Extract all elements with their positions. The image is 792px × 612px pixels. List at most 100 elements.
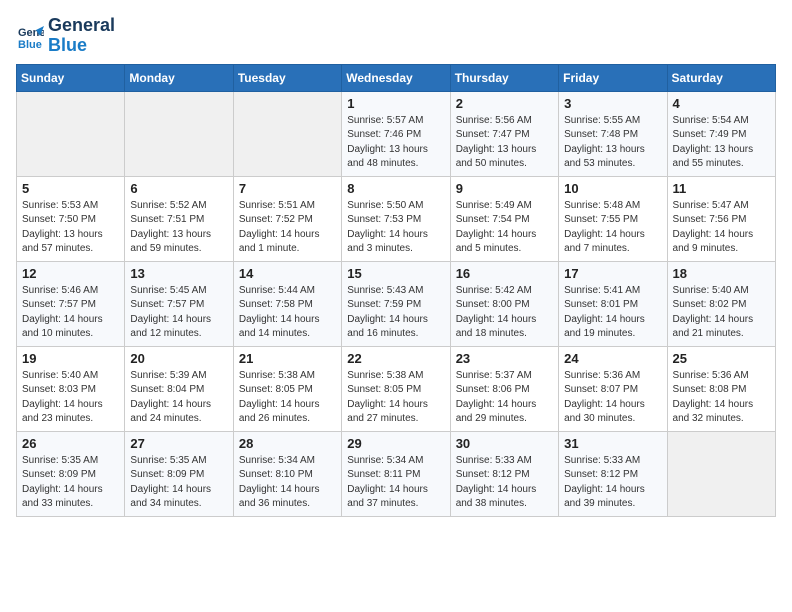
day-info: Sunrise: 5:42 AMSunset: 8:00 PMDaylight:… <box>456 284 553 342</box>
weekday-header: Saturday <box>667 64 775 91</box>
calendar-cell: 7Sunrise: 5:51 AMSunset: 7:52 PMDaylight… <box>233 176 341 261</box>
calendar-cell: 10Sunrise: 5:48 AMSunset: 7:55 PMDayligh… <box>559 176 667 261</box>
day-info: Sunrise: 5:33 AMSunset: 8:12 PMDaylight:… <box>456 454 553 512</box>
calendar-cell: 6 Sunrise: 5:52 AMSunset: 7:51 PMDaylight… <box>125 176 233 261</box>
day-info: Sunrise: 5:56 AMSunset: 7:47 PMDaylight:… <box>456 114 553 172</box>
day-info: Sunrise: 5:45 AMSunset: 7:57 PMDaylight:… <box>130 284 227 342</box>
day-info: Sunrise: 5:39 AMSunset: 8:04 PMDaylight:… <box>130 369 227 427</box>
day-info: Sunrise: 5:50 AMSunset: 7:53 PMDaylight:… <box>347 199 444 257</box>
calendar-cell: 13Sunrise: 5:45 AMSunset: 7:57 PMDayligh… <box>125 261 233 346</box>
day-number: 30 <box>456 436 553 451</box>
calendar-table: SundayMondayTuesdayWednesdayThursdayFrid… <box>16 64 776 517</box>
day-number: 2 <box>456 96 553 111</box>
day-number: 31 <box>564 436 661 451</box>
day-info: Sunrise: 5:40 AMSunset: 8:03 PMDaylight:… <box>22 369 119 427</box>
calendar-cell <box>233 91 341 176</box>
day-info: Sunrise: 5:57 AMSunset: 7:46 PMDaylight:… <box>347 114 444 172</box>
day-info: Sunrise: 5:43 AMSunset: 7:59 PMDaylight:… <box>347 284 444 342</box>
day-number: 18 <box>673 266 770 281</box>
day-number: 10 <box>564 181 661 196</box>
day-number: 20 <box>130 351 227 366</box>
calendar-cell: 29 Sunrise: 5:34 AMSunset: 8:11 PMDayligh… <box>342 431 450 516</box>
calendar-cell: 21 Sunrise: 5:38 AMSunset: 8:05 PMDayligh… <box>233 346 341 431</box>
calendar-cell: 14Sunrise: 5:44 AMSunset: 7:58 PMDayligh… <box>233 261 341 346</box>
calendar-week-row: 12 Sunrise: 5:46 AMSunset: 7:57 PMDayligh… <box>17 261 776 346</box>
day-info: Sunrise: 5:37 AMSunset: 8:06 PMDaylight:… <box>456 369 553 427</box>
day-info: Sunrise: 5:55 AMSunset: 7:48 PMDaylight:… <box>564 114 661 172</box>
logo-icon: General Blue <box>16 22 44 50</box>
day-number: 1 <box>347 96 444 111</box>
svg-text:Blue: Blue <box>18 39 42 50</box>
weekday-header: Wednesday <box>342 64 450 91</box>
day-number: 11 <box>673 181 770 196</box>
logo-text: General Blue <box>48 16 115 56</box>
day-number: 19 <box>22 351 119 366</box>
day-number: 16 <box>456 266 553 281</box>
day-info: Sunrise: 5:34 AMSunset: 8:11 PMDaylight:… <box>347 454 444 512</box>
calendar-cell: 18 Sunrise: 5:40 AMSunset: 8:02 PMDayligh… <box>667 261 775 346</box>
day-info: Sunrise: 5:49 AMSunset: 7:54 PMDaylight:… <box>456 199 553 257</box>
day-number: 22 <box>347 351 444 366</box>
day-info: Sunrise: 5:46 AMSunset: 7:57 PMDaylight:… <box>22 284 119 342</box>
day-info: Sunrise: 5:53 AMSunset: 7:50 PMDaylight:… <box>22 199 119 257</box>
day-number: 17 <box>564 266 661 281</box>
day-number: 21 <box>239 351 336 366</box>
day-number: 23 <box>456 351 553 366</box>
calendar-cell: 30 Sunrise: 5:33 AMSunset: 8:12 PMDayligh… <box>450 431 558 516</box>
calendar-cell: 16 Sunrise: 5:42 AMSunset: 8:00 PMDayligh… <box>450 261 558 346</box>
calendar-cell: 5 Sunrise: 5:53 AMSunset: 7:50 PMDaylight… <box>17 176 125 261</box>
calendar-cell: 2 Sunrise: 5:56 AMSunset: 7:47 PMDaylight… <box>450 91 558 176</box>
day-number: 29 <box>347 436 444 451</box>
day-info: Sunrise: 5:38 AMSunset: 8:05 PMDaylight:… <box>347 369 444 427</box>
day-info: Sunrise: 5:51 AMSunset: 7:52 PMDaylight:… <box>239 199 336 257</box>
calendar-cell: 28 Sunrise: 5:34 AMSunset: 8:10 PMDayligh… <box>233 431 341 516</box>
logo: General Blue General Blue <box>16 16 115 56</box>
weekday-header: Thursday <box>450 64 558 91</box>
day-number: 4 <box>673 96 770 111</box>
calendar-cell: 8 Sunrise: 5:50 AMSunset: 7:53 PMDaylight… <box>342 176 450 261</box>
day-number: 24 <box>564 351 661 366</box>
calendar-cell: 1 Sunrise: 5:57 AMSunset: 7:46 PMDaylight… <box>342 91 450 176</box>
weekday-header: Monday <box>125 64 233 91</box>
day-number: 28 <box>239 436 336 451</box>
day-number: 27 <box>130 436 227 451</box>
day-info: Sunrise: 5:36 AMSunset: 8:08 PMDaylight:… <box>673 369 770 427</box>
calendar-cell: 11Sunrise: 5:47 AMSunset: 7:56 PMDayligh… <box>667 176 775 261</box>
weekday-header-row: SundayMondayTuesdayWednesdayThursdayFrid… <box>17 64 776 91</box>
calendar-week-row: 26 Sunrise: 5:35 AMSunset: 8:09 PMDayligh… <box>17 431 776 516</box>
day-number: 8 <box>347 181 444 196</box>
day-info: Sunrise: 5:40 AMSunset: 8:02 PMDaylight:… <box>673 284 770 342</box>
calendar-week-row: 5 Sunrise: 5:53 AMSunset: 7:50 PMDaylight… <box>17 176 776 261</box>
day-info: Sunrise: 5:54 AMSunset: 7:49 PMDaylight:… <box>673 114 770 172</box>
calendar-cell: 23 Sunrise: 5:37 AMSunset: 8:06 PMDayligh… <box>450 346 558 431</box>
calendar-cell: 25 Sunrise: 5:36 AMSunset: 8:08 PMDayligh… <box>667 346 775 431</box>
calendar-cell: 17 Sunrise: 5:41 AMSunset: 8:01 PMDayligh… <box>559 261 667 346</box>
day-info: Sunrise: 5:44 AMSunset: 7:58 PMDaylight:… <box>239 284 336 342</box>
weekday-header: Tuesday <box>233 64 341 91</box>
calendar-cell: 12 Sunrise: 5:46 AMSunset: 7:57 PMDayligh… <box>17 261 125 346</box>
calendar-cell <box>667 431 775 516</box>
calendar-cell: 24Sunrise: 5:36 AMSunset: 8:07 PMDayligh… <box>559 346 667 431</box>
day-info: Sunrise: 5:38 AMSunset: 8:05 PMDaylight:… <box>239 369 336 427</box>
day-number: 6 <box>130 181 227 196</box>
calendar-cell: 19 Sunrise: 5:40 AMSunset: 8:03 PMDayligh… <box>17 346 125 431</box>
day-number: 3 <box>564 96 661 111</box>
calendar-cell <box>125 91 233 176</box>
day-info: Sunrise: 5:34 AMSunset: 8:10 PMDaylight:… <box>239 454 336 512</box>
calendar-cell: 27Sunrise: 5:35 AMSunset: 8:09 PMDayligh… <box>125 431 233 516</box>
day-number: 12 <box>22 266 119 281</box>
day-info: Sunrise: 5:35 AMSunset: 8:09 PMDaylight:… <box>22 454 119 512</box>
calendar-cell: 3 Sunrise: 5:55 AMSunset: 7:48 PMDaylight… <box>559 91 667 176</box>
day-number: 25 <box>673 351 770 366</box>
day-number: 15 <box>347 266 444 281</box>
day-number: 5 <box>22 181 119 196</box>
day-info: Sunrise: 5:41 AMSunset: 8:01 PMDaylight:… <box>564 284 661 342</box>
calendar-week-row: 19 Sunrise: 5:40 AMSunset: 8:03 PMDayligh… <box>17 346 776 431</box>
weekday-header: Friday <box>559 64 667 91</box>
day-info: Sunrise: 5:33 AMSunset: 8:12 PMDaylight:… <box>564 454 661 512</box>
calendar-cell <box>17 91 125 176</box>
calendar-cell: 20 Sunrise: 5:39 AMSunset: 8:04 PMDayligh… <box>125 346 233 431</box>
calendar-cell: 22 Sunrise: 5:38 AMSunset: 8:05 PMDayligh… <box>342 346 450 431</box>
day-info: Sunrise: 5:52 AMSunset: 7:51 PMDaylight:… <box>130 199 227 257</box>
day-number: 26 <box>22 436 119 451</box>
